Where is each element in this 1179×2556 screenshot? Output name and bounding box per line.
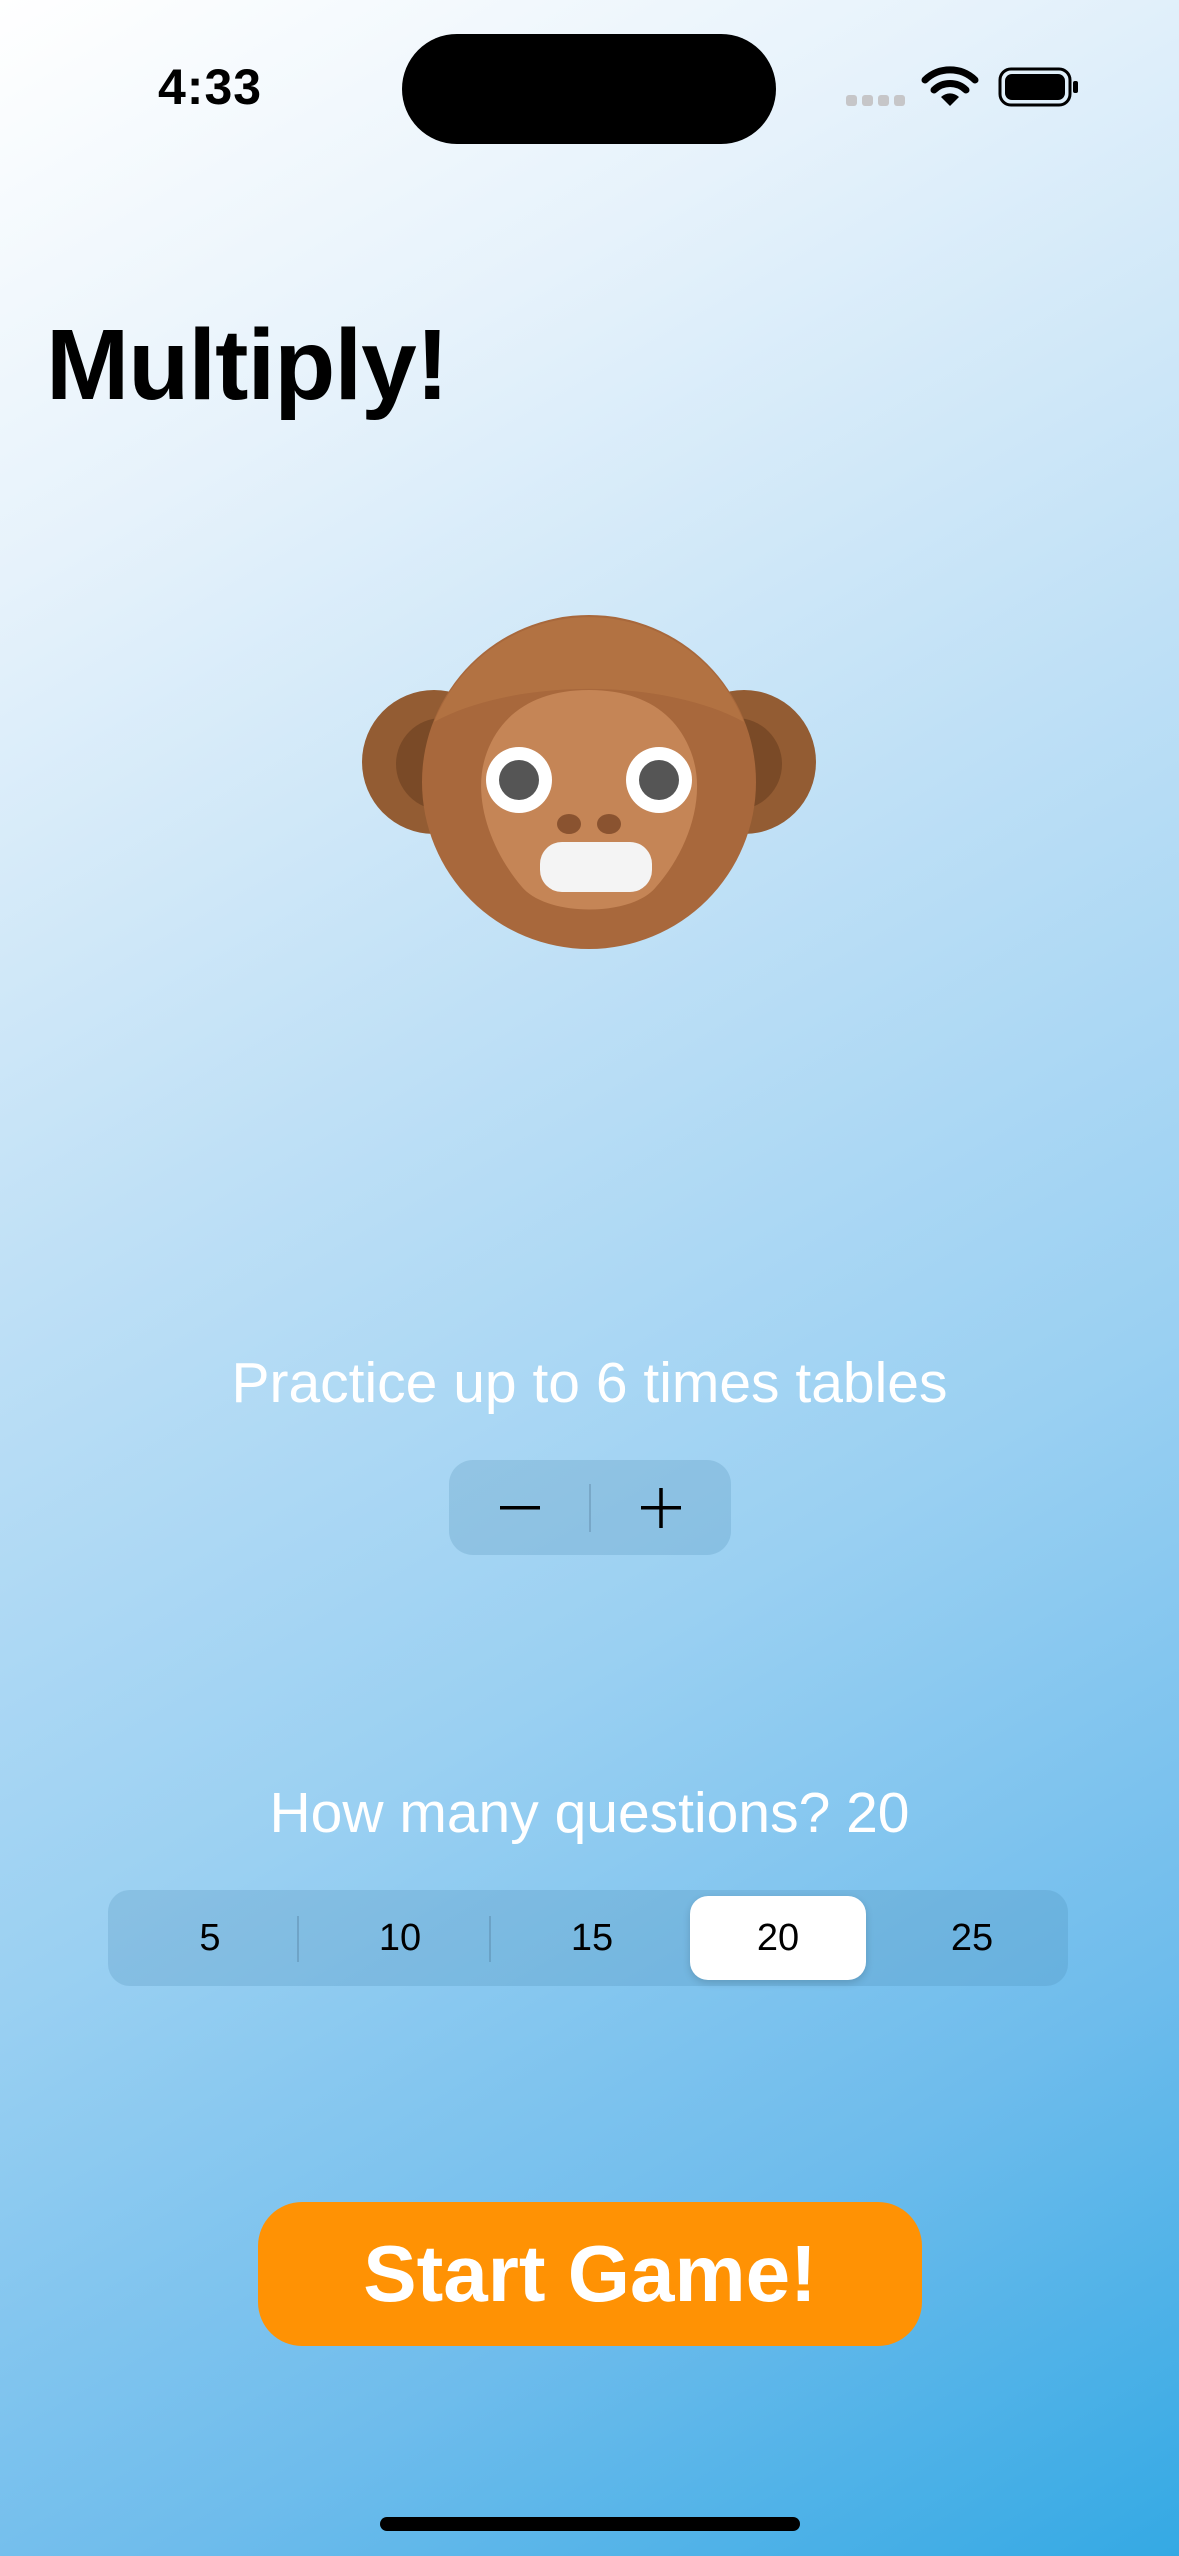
status-bar: 4:33 bbox=[0, 0, 1179, 175]
start-game-button[interactable]: Start Game! bbox=[258, 2202, 922, 2346]
minus-icon bbox=[499, 1505, 540, 1509]
tables-stepper[interactable] bbox=[449, 1460, 731, 1555]
practice-tables-label: Practice up to 6 times tables bbox=[231, 1351, 948, 1415]
segment-5[interactable]: 5 bbox=[122, 1896, 298, 1980]
monkey-face-icon bbox=[362, 615, 816, 949]
wifi-icon bbox=[921, 66, 979, 106]
segment-15[interactable]: 15 bbox=[504, 1896, 680, 1980]
segment-20[interactable]: 20 bbox=[690, 1896, 866, 1980]
question-count-label: How many questions? 20 bbox=[269, 1781, 910, 1845]
question-count-picker[interactable]: 5 10 15 20 25 bbox=[108, 1890, 1068, 1986]
dynamic-island bbox=[402, 34, 776, 144]
decrement-button[interactable] bbox=[449, 1460, 590, 1555]
segment-divider bbox=[489, 1916, 491, 1962]
page-title: Multiply! bbox=[46, 309, 449, 421]
home-indicator[interactable] bbox=[380, 2517, 800, 2531]
increment-button[interactable] bbox=[590, 1460, 731, 1555]
cellular-signal-icon bbox=[846, 95, 905, 107]
status-time: 4:33 bbox=[158, 59, 263, 115]
segment-25[interactable]: 25 bbox=[884, 1896, 1060, 1980]
segment-10[interactable]: 10 bbox=[312, 1896, 488, 1980]
battery-icon bbox=[998, 67, 1078, 107]
plus-icon bbox=[640, 1487, 681, 1528]
segment-divider bbox=[297, 1916, 299, 1962]
